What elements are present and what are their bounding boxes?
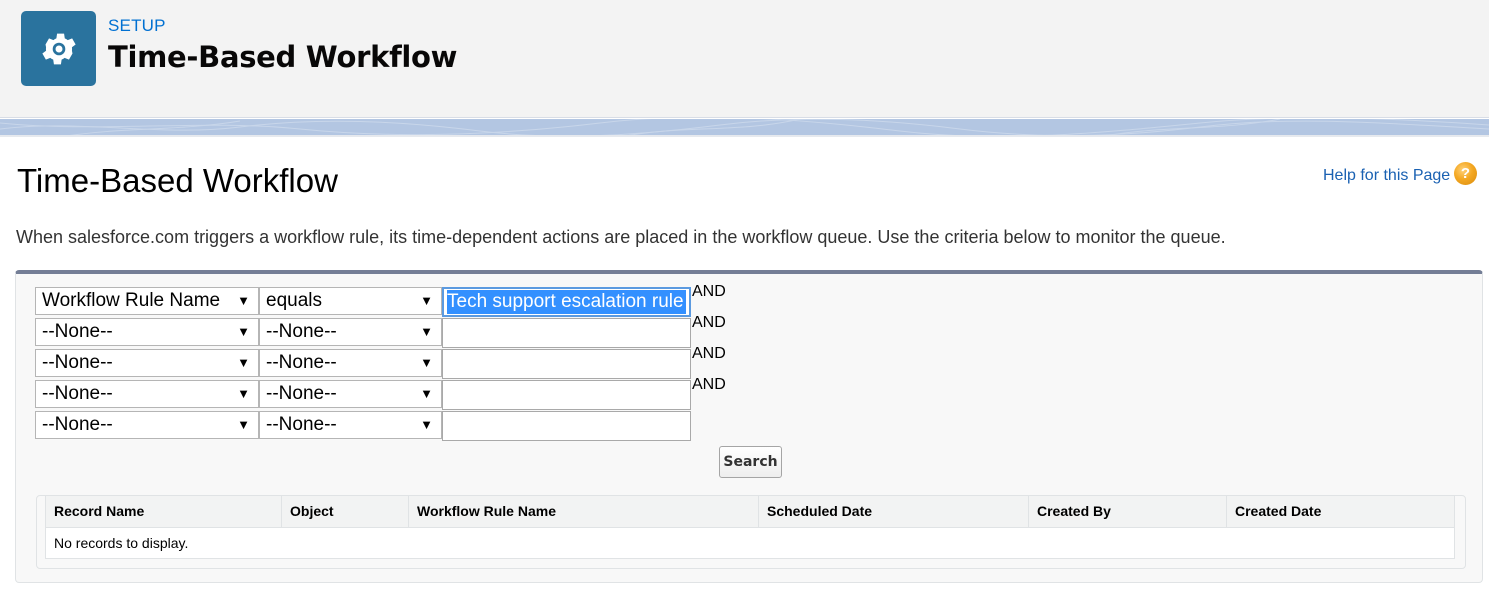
field-select[interactable]: --None-- ▼ <box>35 349 259 377</box>
value-input[interactable] <box>442 318 691 348</box>
field-select[interactable]: --None-- ▼ <box>35 318 259 346</box>
operator-select[interactable]: equals ▼ <box>259 287 442 315</box>
page-description: When salesforce.com triggers a workflow … <box>16 227 1226 247</box>
and-connector: AND <box>692 376 726 393</box>
operator-select-value: equals <box>266 290 322 311</box>
help-link[interactable]: Help for this Page <box>1323 167 1450 185</box>
help-icon[interactable]: ? <box>1454 162 1477 185</box>
field-select-value: --None-- <box>42 352 113 373</box>
dropdown-arrow-icon: ▼ <box>420 324 433 339</box>
value-input[interactable] <box>442 411 691 441</box>
topography-pattern <box>0 119 1489 135</box>
field-select-value: --None-- <box>42 414 113 435</box>
value-input[interactable]: Tech support escalation rule <box>442 287 691 317</box>
table-row: No records to display. <box>45 526 1455 559</box>
field-select-value: Workflow Rule Name <box>42 290 221 311</box>
value-input[interactable] <box>442 380 691 410</box>
results-table: Record Name Object Workflow Rule Name Sc… <box>45 496 1455 559</box>
field-select[interactable]: --None-- ▼ <box>35 380 259 408</box>
value-input[interactable] <box>442 349 691 379</box>
dropdown-arrow-icon: ▼ <box>420 355 433 370</box>
dropdown-arrow-icon: ▼ <box>237 386 250 401</box>
column-header-object[interactable]: Object <box>281 496 409 528</box>
dropdown-arrow-icon: ▼ <box>237 355 250 370</box>
empty-message: No records to display. <box>45 526 1455 559</box>
header-title: Time-Based Workflow <box>108 40 458 74</box>
page-header: SETUP Time-Based Workflow <box>0 0 1489 118</box>
operator-select-value: --None-- <box>266 321 337 342</box>
column-header-workflow-rule-name[interactable]: Workflow Rule Name <box>408 496 759 528</box>
dropdown-arrow-icon: ▼ <box>420 417 433 432</box>
setup-icon-tile <box>21 11 96 86</box>
and-connector: AND <box>692 283 726 300</box>
operator-select-value: --None-- <box>266 383 337 404</box>
field-select[interactable]: --None-- ▼ <box>35 411 259 439</box>
dropdown-arrow-icon: ▼ <box>420 386 433 401</box>
operator-select[interactable]: --None-- ▼ <box>259 349 442 377</box>
page-title: Time-Based Workflow <box>17 162 338 199</box>
operator-select[interactable]: --None-- ▼ <box>259 411 442 439</box>
table-header-row: Record Name Object Workflow Rule Name Sc… <box>45 496 1455 528</box>
results-container: Record Name Object Workflow Rule Name Sc… <box>36 495 1466 569</box>
gear-icon <box>41 33 76 64</box>
operator-select-value: --None-- <box>266 414 337 435</box>
dropdown-arrow-icon: ▼ <box>420 293 433 308</box>
decorative-banner <box>0 119 1489 137</box>
dropdown-arrow-icon: ▼ <box>237 417 250 432</box>
field-select-value: --None-- <box>42 383 113 404</box>
column-header-created-by[interactable]: Created By <box>1028 496 1227 528</box>
value-input-text: Tech support escalation rule <box>447 290 686 314</box>
and-connector: AND <box>692 314 726 331</box>
column-header-created-date[interactable]: Created Date <box>1226 496 1455 528</box>
operator-select[interactable]: --None-- ▼ <box>259 380 442 408</box>
column-header-scheduled-date[interactable]: Scheduled Date <box>758 496 1029 528</box>
dropdown-arrow-icon: ▼ <box>237 293 250 308</box>
setup-breadcrumb[interactable]: SETUP <box>108 16 166 36</box>
field-select-value: --None-- <box>42 321 113 342</box>
dropdown-arrow-icon: ▼ <box>237 324 250 339</box>
operator-select-value: --None-- <box>266 352 337 373</box>
and-connector: AND <box>692 345 726 362</box>
column-header-record-name[interactable]: Record Name <box>45 496 282 528</box>
search-button[interactable]: Search <box>719 446 782 478</box>
operator-select[interactable]: --None-- ▼ <box>259 318 442 346</box>
field-select[interactable]: Workflow Rule Name ▼ <box>35 287 259 315</box>
criteria-panel: Workflow Rule Name ▼ equals ▼ Tech support… <box>15 270 1483 583</box>
